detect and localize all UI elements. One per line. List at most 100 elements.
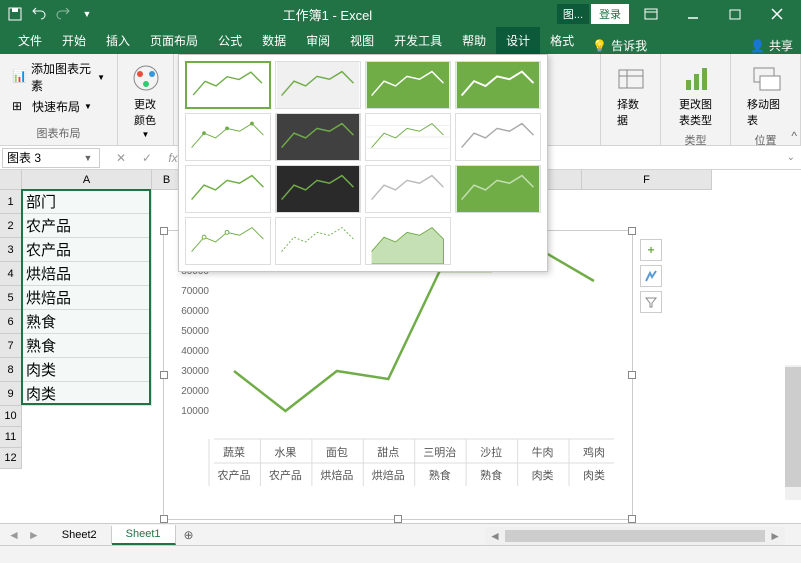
change-chart-type-button[interactable]: 更改图表类型 (669, 58, 722, 132)
chart-filter-button[interactable] (640, 291, 662, 313)
tab-data[interactable]: 数据 (252, 27, 296, 54)
chart-style-11[interactable] (365, 165, 451, 213)
svg-text:肉类: 肉类 (583, 468, 605, 482)
namebox-dropdown[interactable]: ▼ (81, 153, 95, 163)
save-button[interactable] (4, 3, 26, 25)
chart-style-12[interactable] (455, 165, 541, 213)
chart-styles-button[interactable] (640, 265, 662, 287)
row-header-2[interactable]: 2 (0, 214, 22, 238)
chart-style-15[interactable] (365, 217, 451, 265)
add-chart-element-button[interactable]: 📊添加图表元素▼ (8, 58, 109, 96)
chart-style-1[interactable] (185, 61, 271, 109)
share-icon: 👤 (750, 39, 765, 53)
svg-text:50000: 50000 (181, 326, 209, 337)
expand-formula-bar[interactable]: ⌄ (781, 152, 801, 163)
chart-style-gallery (178, 54, 548, 272)
horizontal-scrollbar[interactable]: ◄ ► (485, 527, 785, 545)
sheet-nav-next[interactable]: ► (28, 528, 40, 542)
svg-text:熟食: 熟食 (429, 468, 451, 482)
col-header-A[interactable]: A (22, 170, 152, 190)
context-badge: 图... (557, 4, 589, 24)
svg-text:农产品: 农产品 (269, 468, 302, 482)
window-title: 工作簿1 - Excel (98, 5, 557, 24)
svg-text:牛肉: 牛肉 (532, 445, 554, 459)
chart-style-4[interactable] (455, 61, 541, 109)
qat-dropdown[interactable]: ▼ (76, 3, 98, 25)
name-box[interactable]: 图表 3 ▼ (2, 148, 100, 168)
status-bar (0, 545, 801, 563)
embedded-chart[interactable]: 1000020000300004000050000600007000080000… (163, 230, 633, 520)
redo-button[interactable] (52, 3, 74, 25)
tab-layout[interactable]: 页面布局 (140, 27, 208, 54)
col-header-F[interactable]: F (582, 170, 712, 190)
chart-style-6[interactable] (275, 113, 361, 161)
tab-review[interactable]: 审阅 (296, 27, 340, 54)
sheet-tab-sheet1[interactable]: Sheet1 (112, 525, 176, 545)
row-header-5[interactable]: 5 (0, 286, 22, 310)
svg-text:10000: 10000 (181, 406, 209, 417)
quick-layout-button[interactable]: ⊞快速布局▼ (8, 96, 109, 117)
add-sheet-button[interactable]: ⊕ (176, 528, 202, 542)
row-header-11[interactable]: 11 (0, 427, 22, 448)
minimize-button[interactable] (673, 0, 713, 28)
cell-A8[interactable]: 肉类 (22, 358, 152, 382)
cell-A2[interactable]: 农产品 (22, 214, 152, 238)
close-button[interactable] (757, 0, 797, 28)
cancel-formula-button[interactable]: ✕ (112, 151, 130, 165)
row-header-9[interactable]: 9 (0, 382, 22, 406)
row-header-8[interactable]: 8 (0, 358, 22, 382)
cell-A5[interactable]: 烘焙品 (22, 286, 152, 310)
maximize-button[interactable] (715, 0, 755, 28)
chart-style-5[interactable] (185, 113, 271, 161)
cell-A9[interactable]: 肉类 (22, 382, 152, 406)
select-data-button[interactable]: 择数据 (609, 58, 652, 132)
cell-A7[interactable]: 熟食 (22, 334, 152, 358)
tab-formula[interactable]: 公式 (208, 27, 252, 54)
cell-A6[interactable]: 熟食 (22, 310, 152, 334)
change-color-button[interactable]: 更改颜色▼ (126, 58, 165, 143)
chart-style-3[interactable] (365, 61, 451, 109)
row-header-4[interactable]: 4 (0, 262, 22, 286)
chart-style-13[interactable] (185, 217, 271, 265)
tab-dev[interactable]: 开发工具 (384, 27, 452, 54)
tab-design[interactable]: 设计 (496, 27, 540, 54)
row-header-3[interactable]: 3 (0, 238, 22, 262)
chart-style-2[interactable] (275, 61, 361, 109)
move-chart-button[interactable]: 移动图表 (739, 58, 792, 132)
row-header-7[interactable]: 7 (0, 334, 22, 358)
svg-text:40000: 40000 (181, 346, 209, 357)
sheet-tab-sheet2[interactable]: Sheet2 (48, 526, 112, 544)
chart-style-8[interactable] (455, 113, 541, 161)
collapse-ribbon-button[interactable]: ^ (791, 129, 797, 143)
cell-A4[interactable]: 烘焙品 (22, 262, 152, 286)
tell-me[interactable]: 💡告诉我 (592, 37, 647, 54)
tab-view[interactable]: 视图 (340, 27, 384, 54)
tab-insert[interactable]: 插入 (96, 27, 140, 54)
row-header-12[interactable]: 12 (0, 448, 22, 469)
chart-type-icon (680, 62, 712, 94)
sheet-nav-prev[interactable]: ◄ (8, 528, 20, 542)
chart-style-7[interactable] (365, 113, 451, 161)
share-button[interactable]: 👤共享 (750, 37, 793, 54)
vertical-scrollbar[interactable] (785, 365, 801, 500)
ribbon-options-button[interactable] (631, 0, 671, 28)
chart-style-14[interactable] (275, 217, 361, 265)
undo-button[interactable] (28, 3, 50, 25)
login-button[interactable]: 登录 (591, 4, 629, 24)
chart-elements-button[interactable]: + (640, 239, 662, 261)
cell-A1[interactable]: 部门 (22, 190, 152, 214)
row-header-10[interactable]: 10 (0, 406, 22, 427)
cell-A3[interactable]: 农产品 (22, 238, 152, 262)
chart-style-10[interactable] (275, 165, 361, 213)
color-palette-icon (130, 62, 162, 94)
select-all-corner[interactable] (0, 170, 22, 190)
tab-format[interactable]: 格式 (540, 27, 584, 54)
row-header-6[interactable]: 6 (0, 310, 22, 334)
svg-text:甜点: 甜点 (377, 446, 399, 459)
tab-file[interactable]: 文件 (8, 27, 52, 54)
chart-style-9[interactable] (185, 165, 271, 213)
tab-help[interactable]: 帮助 (452, 27, 496, 54)
tab-home[interactable]: 开始 (52, 27, 96, 54)
row-header-1[interactable]: 1 (0, 190, 22, 214)
enter-formula-button[interactable]: ✓ (138, 151, 156, 165)
